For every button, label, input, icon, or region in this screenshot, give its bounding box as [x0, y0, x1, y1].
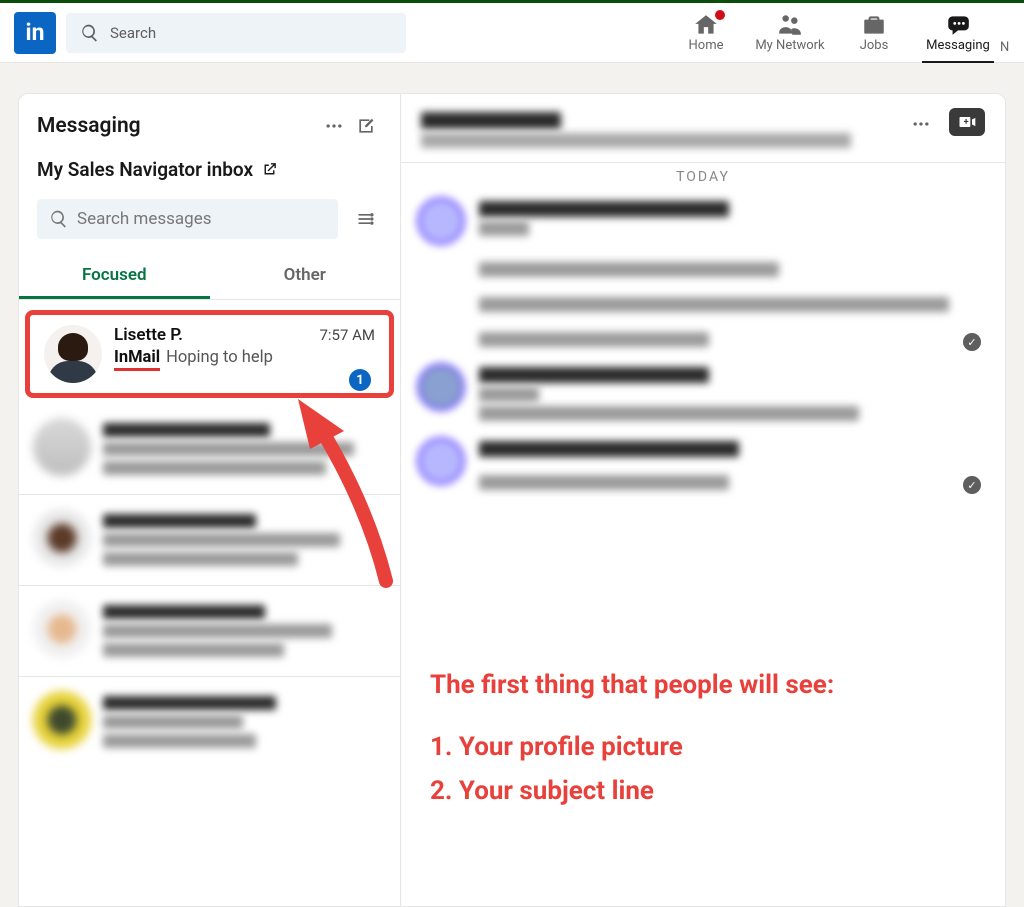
avatar	[33, 418, 91, 476]
read-receipt-icon: ✓	[963, 476, 981, 494]
global-search[interactable]: Search	[66, 13, 406, 53]
filter-button[interactable]	[350, 203, 382, 235]
nav-label: Jobs	[860, 38, 889, 53]
messaging-icon	[945, 12, 971, 38]
annotation-line: 2. Your subject line	[430, 769, 834, 813]
video-call-button[interactable]: +	[949, 108, 985, 136]
thread-item[interactable]	[19, 677, 400, 767]
messaging-title: Messaging	[37, 114, 318, 138]
avatar	[417, 363, 465, 411]
thread-list-column: Messaging My Sales Navigator inbox Searc…	[19, 94, 401, 906]
filter-icon	[356, 209, 376, 229]
compose-icon	[356, 116, 376, 136]
more-menu-button[interactable]	[318, 110, 350, 142]
message-search[interactable]: Search messages	[37, 199, 338, 239]
nav-home[interactable]: Home	[664, 3, 748, 63]
nav-cutoff: N	[1000, 10, 1010, 55]
global-search-placeholder: Search	[110, 24, 156, 42]
nav-messaging[interactable]: Messaging	[916, 3, 1000, 63]
sales-navigator-link[interactable]: My Sales Navigator inbox	[19, 154, 400, 195]
annotation-text: The first thing that people will see: 1.…	[430, 663, 834, 814]
avatar	[33, 509, 91, 567]
svg-text:+: +	[964, 118, 969, 128]
annotation-line: 1. Your profile picture	[430, 725, 834, 769]
avatar	[33, 691, 91, 749]
linkedin-logo[interactable]: in	[14, 12, 56, 54]
thread-item[interactable]	[19, 404, 400, 495]
external-link-icon	[261, 161, 278, 178]
tab-focused[interactable]: Focused	[19, 253, 210, 299]
message-search-placeholder: Search messages	[77, 209, 212, 229]
avatar	[33, 600, 91, 658]
inmail-badge: InMail	[114, 348, 160, 371]
thread-sender-name: Lisette P.	[114, 325, 183, 345]
network-icon	[777, 12, 803, 38]
avatar	[417, 197, 465, 245]
video-icon: +	[957, 112, 977, 132]
nav-jobs[interactable]: Jobs	[832, 3, 916, 63]
thread-preview: InMailHoping to help	[114, 347, 375, 369]
nav-network[interactable]: My Network	[748, 3, 832, 63]
nav-label: Messaging	[926, 38, 990, 53]
thread-item-highlighted[interactable]: Lisette P. 7:57 AM InMailHoping to help …	[25, 310, 394, 398]
thread-item[interactable]	[19, 586, 400, 677]
ellipsis-icon	[324, 116, 344, 136]
inbox-tabs: Focused Other	[19, 253, 400, 299]
unread-count: 1	[349, 369, 371, 391]
briefcase-icon	[861, 12, 887, 38]
conversation-more-button[interactable]	[905, 108, 937, 140]
nav-label: My Network	[755, 38, 824, 53]
search-icon	[49, 209, 69, 229]
avatar	[417, 437, 465, 485]
sales-navigator-label: My Sales Navigator inbox	[37, 158, 253, 181]
date-divider: TODAY	[401, 163, 1005, 189]
tab-other[interactable]: Other	[210, 253, 401, 299]
thread-list: Lisette P. 7:57 AM InMailHoping to help …	[19, 300, 400, 906]
notification-dot	[713, 8, 727, 22]
nav-label: Home	[689, 38, 724, 53]
message-bubble: ✓	[401, 429, 1005, 498]
thread-item[interactable]	[19, 495, 400, 586]
message-bubble	[401, 355, 1005, 429]
compose-button[interactable]	[350, 110, 382, 142]
top-nav: in Search Home My Network Jobs Messaging…	[0, 3, 1024, 63]
search-icon	[80, 23, 100, 43]
annotation-line: The first thing that people will see:	[430, 663, 834, 707]
ellipsis-icon	[911, 114, 931, 134]
message-bubble: ✓	[401, 189, 1005, 355]
avatar	[44, 325, 102, 383]
read-receipt-icon: ✓	[963, 333, 981, 351]
thread-time: 7:57 AM	[319, 326, 375, 344]
